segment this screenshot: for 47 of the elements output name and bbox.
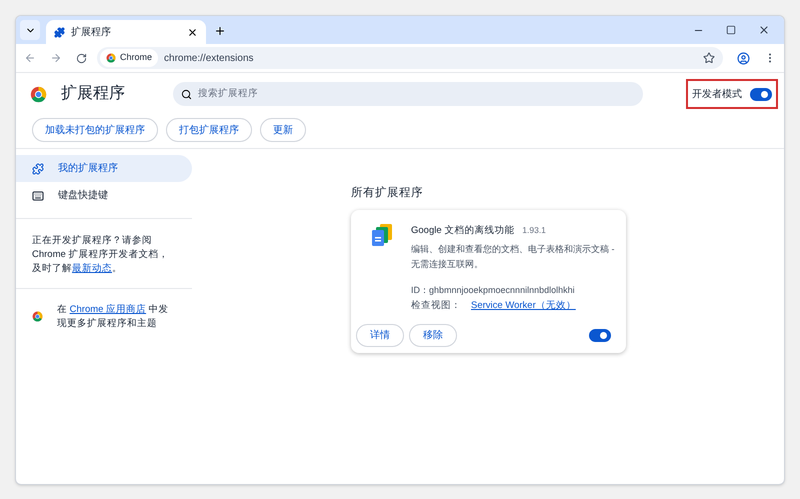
- chrome-logo-icon: [30, 86, 47, 102]
- sidebar-item[interactable]: 我的扩展程序: [16, 155, 192, 182]
- reload-icon[interactable]: [76, 52, 87, 64]
- card-button[interactable]: 详情: [356, 324, 404, 348]
- search-field[interactable]: 搜索扩展程序: [173, 82, 643, 106]
- inspect-views-label: 检查视图：: [411, 299, 461, 313]
- web-store-link[interactable]: Chrome 应用商店: [70, 304, 146, 315]
- puzzle-icon: [32, 162, 44, 174]
- site-chip[interactable]: Chrome: [100, 49, 158, 67]
- tab-title: 扩展程序: [71, 26, 112, 40]
- developer-mode-label: 开发者模式: [692, 88, 742, 102]
- section-title: 所有扩展程序: [351, 185, 424, 201]
- service-worker-link[interactable]: Service Worker（无效）: [471, 299, 576, 314]
- toggle-switch[interactable]: [750, 88, 772, 100]
- toggle-switch[interactable]: [589, 329, 611, 342]
- star-icon[interactable]: [703, 52, 715, 64]
- toolbar-button[interactable]: 打包扩展程序: [166, 118, 252, 142]
- latest-news-link[interactable]: 最新动态: [72, 263, 112, 274]
- card-button[interactable]: 移除: [409, 324, 457, 348]
- url-text: chrome://extensions: [164, 52, 254, 66]
- puzzle-icon: [54, 26, 65, 38]
- documents-icon: [371, 224, 393, 248]
- developer-note: 正在开发扩展程序？请参阅 Chrome 扩展程序开发者文档，及时了解最新动态。: [32, 234, 170, 276]
- profile-icon[interactable]: [737, 52, 750, 64]
- address-bar[interactable]: Chrome chrome://extensions: [97, 47, 723, 69]
- maximize-icon[interactable]: [726, 25, 736, 35]
- search-icon: [181, 88, 192, 100]
- chrome-logo-icon: [106, 53, 116, 63]
- chrome-logo-icon: [32, 311, 43, 322]
- browser-tab[interactable]: 扩展程序: [46, 20, 206, 44]
- extension-name: Google 文档的离线功能: [411, 224, 514, 238]
- search-input[interactable]: 搜索扩展程序: [198, 86, 635, 102]
- back-arrow-icon[interactable]: [24, 52, 36, 64]
- keyboard-icon: [32, 190, 44, 202]
- tab-search-button[interactable]: [20, 20, 40, 40]
- new-tab-icon[interactable]: [214, 25, 226, 37]
- extension-description: 编辑、创建和查看您的文档、电子表格和演示文稿 - 无需连接互联网。: [411, 242, 616, 270]
- close-tab-icon[interactable]: [187, 26, 198, 38]
- toolbar-button[interactable]: 加载未打包的扩展程序: [32, 118, 158, 142]
- page-title: 扩展程序: [61, 84, 126, 104]
- forward-arrow-icon[interactable]: [50, 52, 62, 64]
- web-store-note: 在 Chrome 应用商店 中发现更多扩展程序和主题: [57, 303, 170, 331]
- toolbar-button[interactable]: 更新: [260, 118, 306, 142]
- extension-version: 1.93.1: [522, 224, 546, 237]
- extension-id: ID：ghbmnnjooekpmoecnnnilnnbdlolhkhi: [411, 284, 576, 297]
- sidebar-item[interactable]: 键盘快捷键: [16, 182, 192, 209]
- close-window-icon[interactable]: [758, 24, 770, 36]
